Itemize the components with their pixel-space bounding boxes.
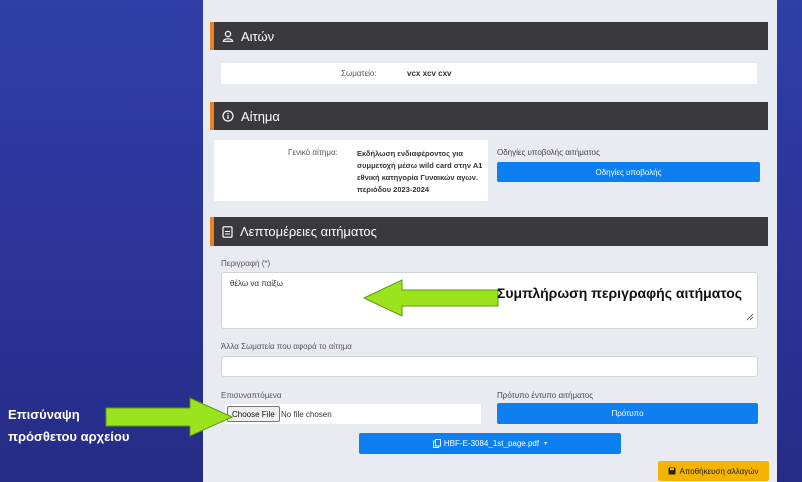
section-header-details: Λεπτομέρειες αιτήματος — [210, 217, 768, 246]
other-clubs-input[interactable] — [221, 356, 758, 377]
instructions-label: Οδηγίες υποβολής αιτήματος — [497, 148, 600, 157]
save-icon — [668, 467, 676, 475]
info-icon — [222, 110, 234, 122]
instructions-button[interactable]: Οδηγίες υποβολής — [497, 162, 760, 182]
file-input: Choose File No file chosen — [225, 404, 481, 424]
club-label: Σωματείο: — [341, 69, 377, 78]
choose-file-button[interactable]: Choose File — [227, 406, 280, 422]
caret-down-icon: ▾ — [544, 441, 548, 447]
document-icon — [222, 225, 233, 238]
description-hint-text: Συμπλήρωση περιγραφής αιτήματος — [497, 285, 743, 301]
general-request-label: Γενικό αίτημα: — [288, 148, 338, 157]
arrow-left-icon — [362, 279, 499, 317]
no-file-text: No file chosen — [281, 410, 332, 419]
general-request-box: Γενικό αίτημα: Εκδήλωση ενδιαφέροντος γι… — [214, 140, 488, 201]
other-clubs-label: Άλλα Σωματεία που αφορά το αίτημα — [221, 342, 352, 351]
section-title: Αιτών — [241, 28, 275, 44]
section-header-request: Αίτημα — [210, 102, 768, 130]
club-value: vcx xcv cxv — [407, 69, 452, 78]
club-row: Σωματείο: vcx xcv cxv — [221, 63, 757, 84]
template-button[interactable]: Πρότυπο — [497, 403, 758, 424]
save-label: Αποθήκευση αλλαγών — [679, 466, 759, 476]
arrow-right-icon — [105, 397, 234, 437]
user-icon — [222, 30, 234, 42]
general-request-value: Εκδήλωση ενδιαφέροντος για συμμετοχή μέσ… — [357, 149, 483, 194]
save-changes-button[interactable]: Αποθήκευση αλλαγών — [658, 461, 769, 481]
resize-handle-icon[interactable] — [746, 308, 754, 326]
description-label: Περιγραφή (*) — [221, 259, 271, 268]
attached-file-name: HBF-E-3084_1st_page.pdf — [443, 439, 540, 448]
description-text: θέλω να παίξω — [230, 279, 283, 288]
template-label: Πρότυπο έντυπο αιτήματος — [497, 391, 594, 400]
section-header-applicant: Αιτών — [210, 22, 768, 50]
section-title: Αίτημα — [241, 108, 280, 124]
file-copy-icon — [432, 439, 441, 448]
section-title: Λεπτομέρειες αιτήματος — [240, 224, 377, 239]
attached-file-dropdown[interactable]: HBF-E-3084_1st_page.pdf ▾ — [359, 433, 621, 454]
